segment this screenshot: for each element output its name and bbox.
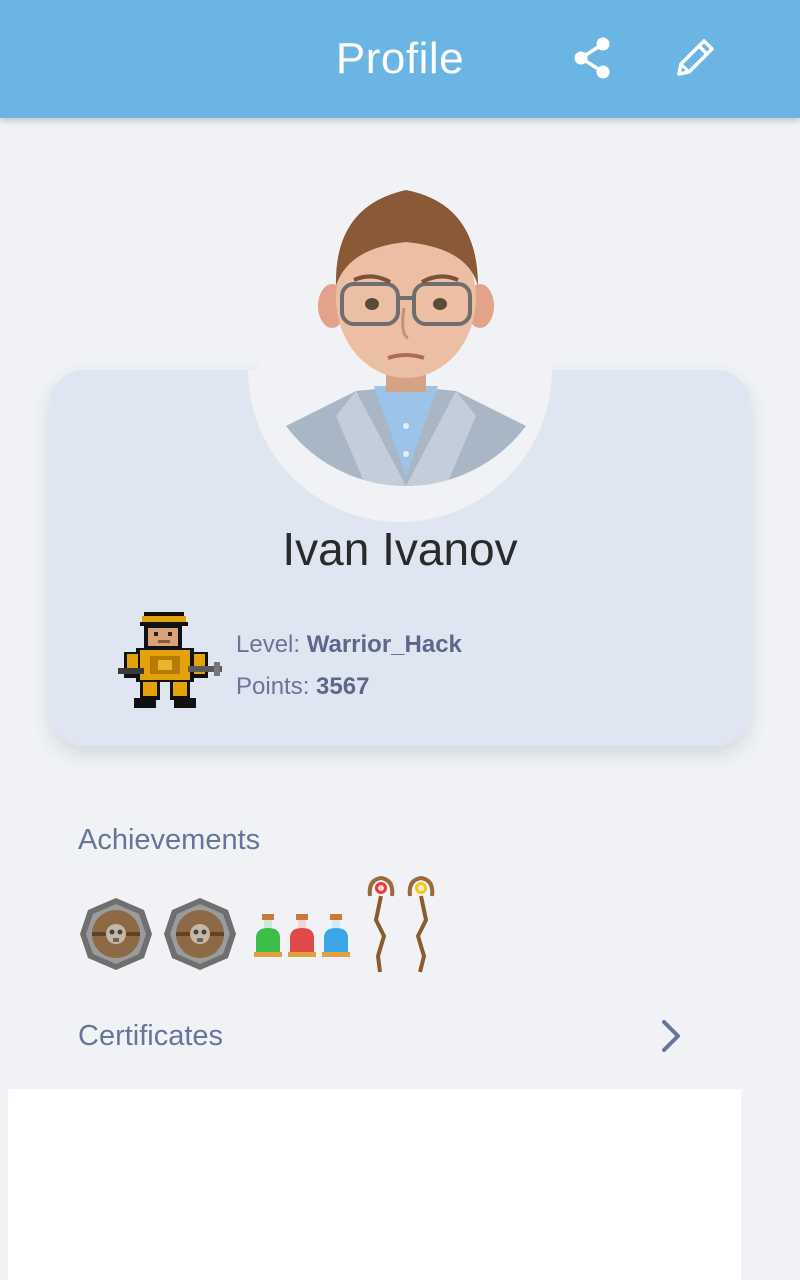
- certificates-panel: [8, 1089, 741, 1280]
- potion-green-icon[interactable]: [252, 912, 284, 960]
- chevron-right-icon: [662, 1020, 680, 1052]
- level-label: Level:: [236, 631, 307, 658]
- share-icon: [574, 37, 610, 79]
- pencil-icon: [677, 39, 714, 76]
- pixel-warrior-icon: [118, 612, 222, 708]
- points-row: Points: 3567: [236, 673, 369, 701]
- achievements-title: Achievements: [78, 824, 261, 856]
- share-button[interactable]: [568, 33, 618, 83]
- shield-skull-icon[interactable]: [162, 896, 238, 972]
- app-bar: Profile: [0, 0, 800, 118]
- points-label: Points:: [236, 673, 317, 700]
- points-value: 3567: [316, 673, 370, 700]
- edit-button[interactable]: [670, 33, 720, 83]
- certificates-chevron-button[interactable]: [653, 1016, 689, 1056]
- level-row: Level: Warrior_Hack: [236, 631, 462, 659]
- level-value: Warrior_Hack: [306, 631, 462, 658]
- staff-yellow-icon[interactable]: [406, 876, 436, 974]
- user-name: Ivan Ivanov: [282, 523, 518, 575]
- avatar-image: [256, 186, 556, 486]
- staff-red-icon[interactable]: [366, 876, 396, 974]
- certificates-title[interactable]: Certificates: [78, 1020, 223, 1053]
- shield-skull-icon[interactable]: [78, 896, 154, 972]
- potion-red-icon[interactable]: [286, 912, 318, 960]
- achievements-list: [78, 876, 478, 976]
- potion-blue-icon[interactable]: [320, 912, 352, 960]
- avatar: [256, 186, 556, 486]
